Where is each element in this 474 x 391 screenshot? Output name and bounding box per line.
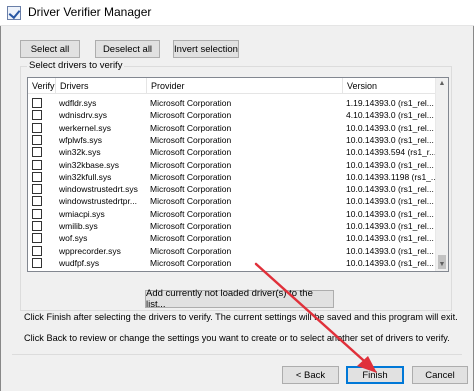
column-header-verify[interactable]: Verify? xyxy=(28,78,56,94)
add-not-loaded-drivers-button[interactable]: Add currently not loaded driver(s) to th… xyxy=(145,288,334,310)
back-button[interactable]: < Back xyxy=(282,366,339,384)
version-cell: 1.19.14393.0 (rs1_rel... xyxy=(346,98,434,108)
list-scrollbar[interactable]: ▲ ▼ xyxy=(435,78,448,271)
version-cell: 10.0.14393.0 (rs1_rel... xyxy=(346,208,434,219)
table-row[interactable]: win32kfull.sys Microsoft Corporation 10.0.… xyxy=(28,171,436,183)
verify-checkbox[interactable] xyxy=(32,221,42,231)
version-cell: 4.10.14393.0 (rs1_rel... xyxy=(346,110,434,121)
back-instructions: Click Back to review or change the setti… xyxy=(24,333,450,343)
driver-name-cell: windowstrustedrtpr... xyxy=(59,196,137,207)
driver-name-cell: win32kbase.sys xyxy=(59,159,120,170)
window-title: Driver Verifier Manager xyxy=(28,5,152,19)
provider-cell: Microsoft Corporation xyxy=(150,159,232,170)
table-row[interactable]: wudfpf.sys Microsoft Corporation 10.0.1439… xyxy=(28,257,436,269)
provider-cell: Microsoft Corporation xyxy=(150,110,232,121)
driver-name-cell: werkernel.sys xyxy=(59,122,111,133)
footer-separator xyxy=(12,354,462,355)
table-row[interactable]: werkernel.sys Microsoft Corporation 10.0.1… xyxy=(28,122,436,134)
table-row[interactable]: wfplwfs.sys Microsoft Corporation 10.0.143… xyxy=(28,134,436,146)
version-cell: 10.0.14393.0 (rs1_rel... xyxy=(346,221,434,231)
provider-cell: Microsoft Corporation xyxy=(150,122,232,133)
driver-name-cell: wmiacpi.sys xyxy=(59,208,105,219)
table-row[interactable]: wmilib.sys Microsoft Corporation 10.0.1439… xyxy=(28,220,436,232)
table-row[interactable]: windowstrustedrt.sys Microsoft Corporatio… xyxy=(28,183,436,195)
verify-checkbox[interactable] xyxy=(32,147,42,158)
version-cell: 10.0.14393.0 (rs1_rel... xyxy=(346,245,434,256)
provider-cell: Microsoft Corporation xyxy=(150,134,232,145)
table-row[interactable]: wof.sys Microsoft Corporation 10.0.14393.0… xyxy=(28,232,436,244)
verify-checkbox[interactable] xyxy=(32,196,42,207)
driver-name-cell: wof.sys xyxy=(59,233,88,244)
verify-checkbox[interactable] xyxy=(32,134,42,145)
verify-checkbox[interactable] xyxy=(32,171,42,182)
finish-button[interactable]: Finish xyxy=(346,366,404,384)
version-cell: 10.0.14393.0 (rs1_rel... xyxy=(346,233,434,244)
table-row[interactable]: wdnisdrv.sys Microsoft Corporation 4.10.14… xyxy=(28,109,436,121)
group-label: Select drivers to verify xyxy=(27,60,125,71)
verify-checkbox[interactable] xyxy=(32,208,42,219)
version-cell: 10.0.14393.0 (rs1_rel... xyxy=(346,196,434,207)
driver-name-cell: win32kfull.sys xyxy=(59,171,112,182)
column-header-provider[interactable]: Provider xyxy=(147,78,343,94)
driver-name-cell: wudfpf.sys xyxy=(59,257,100,268)
version-cell: 10.0.14393.1198 (rs1_... xyxy=(346,171,436,182)
invert-selection-button[interactable]: Invert selection xyxy=(173,40,239,58)
verify-checkbox[interactable] xyxy=(32,233,42,244)
provider-cell: Microsoft Corporation xyxy=(150,184,232,195)
table-row[interactable]: windowstrustedrtpr... Microsoft Corporati… xyxy=(28,195,436,207)
driver-name-cell: wdnisdrv.sys xyxy=(59,110,108,121)
driver-name-cell: wfplwfs.sys xyxy=(59,134,102,145)
provider-cell: Microsoft Corporation xyxy=(150,196,232,207)
title-bar: Driver Verifier Manager xyxy=(0,0,474,26)
select-all-button[interactable]: Select all xyxy=(20,40,80,58)
table-row[interactable]: win32k.sys Microsoft Corporation 10.0.1439… xyxy=(28,146,436,158)
provider-cell: Microsoft Corporation xyxy=(150,233,232,244)
scroll-up-icon[interactable]: ▲ xyxy=(436,78,448,90)
provider-cell: Microsoft Corporation xyxy=(150,171,232,182)
verify-checkbox[interactable] xyxy=(32,159,42,170)
version-cell: 10.0.14393.0 (rs1_rel... xyxy=(346,184,434,195)
provider-cell: Microsoft Corporation xyxy=(150,245,232,256)
table-row[interactable]: win32kbase.sys Microsoft Corporation 10.0.… xyxy=(28,159,436,171)
list-header: Verify? Drivers Provider Version xyxy=(28,78,448,94)
driver-name-cell: wdfldr.sys xyxy=(59,98,97,108)
table-row[interactable]: wpprecorder.sys Microsoft Corporation 10.0… xyxy=(28,245,436,257)
version-cell: 10.0.14393.0 (rs1_rel... xyxy=(346,134,434,145)
verify-checkbox[interactable] xyxy=(32,122,42,133)
verify-checkbox[interactable] xyxy=(32,257,42,268)
driver-name-cell: wmilib.sys xyxy=(59,221,98,231)
driver-name-cell: wpprecorder.sys xyxy=(59,245,121,256)
provider-cell: Microsoft Corporation xyxy=(150,257,232,268)
driver-name-cell: windowstrustedrt.sys xyxy=(59,184,138,195)
version-cell: 10.0.14393.0 (rs1_rel... xyxy=(346,159,434,170)
verify-checkbox[interactable] xyxy=(32,184,42,195)
driver-verifier-app-icon xyxy=(7,6,21,20)
column-header-version[interactable]: Version xyxy=(343,78,436,94)
column-header-drivers[interactable]: Drivers xyxy=(56,78,147,94)
provider-cell: Microsoft Corporation xyxy=(150,221,232,231)
driver-name-cell: win32k.sys xyxy=(59,147,101,158)
version-cell: 10.0.14393.0 (rs1_rel... xyxy=(346,257,434,268)
verify-checkbox[interactable] xyxy=(32,98,42,108)
verify-checkbox[interactable] xyxy=(32,110,42,121)
provider-cell: Microsoft Corporation xyxy=(150,208,232,219)
deselect-all-button[interactable]: Deselect all xyxy=(95,40,160,58)
driver-list[interactable]: Verify? Drivers Provider Version wdfldr.… xyxy=(27,77,449,272)
scroll-down-icon[interactable]: ▼ xyxy=(436,259,448,271)
cancel-button[interactable]: Cancel xyxy=(412,366,468,384)
table-row[interactable]: wdfldr.sys Microsoft Corporation 1.19.1439… xyxy=(28,97,436,109)
verify-checkbox[interactable] xyxy=(32,245,42,256)
provider-cell: Microsoft Corporation xyxy=(150,98,232,108)
version-cell: 10.0.14393.594 (rs1_r... xyxy=(346,147,436,158)
table-row[interactable]: wmiacpi.sys Microsoft Corporation 10.0.143… xyxy=(28,208,436,220)
version-cell: 10.0.14393.0 (rs1_rel... xyxy=(346,122,434,133)
finish-instructions: Click Finish after selecting the drivers… xyxy=(24,312,458,322)
provider-cell: Microsoft Corporation xyxy=(150,147,232,158)
